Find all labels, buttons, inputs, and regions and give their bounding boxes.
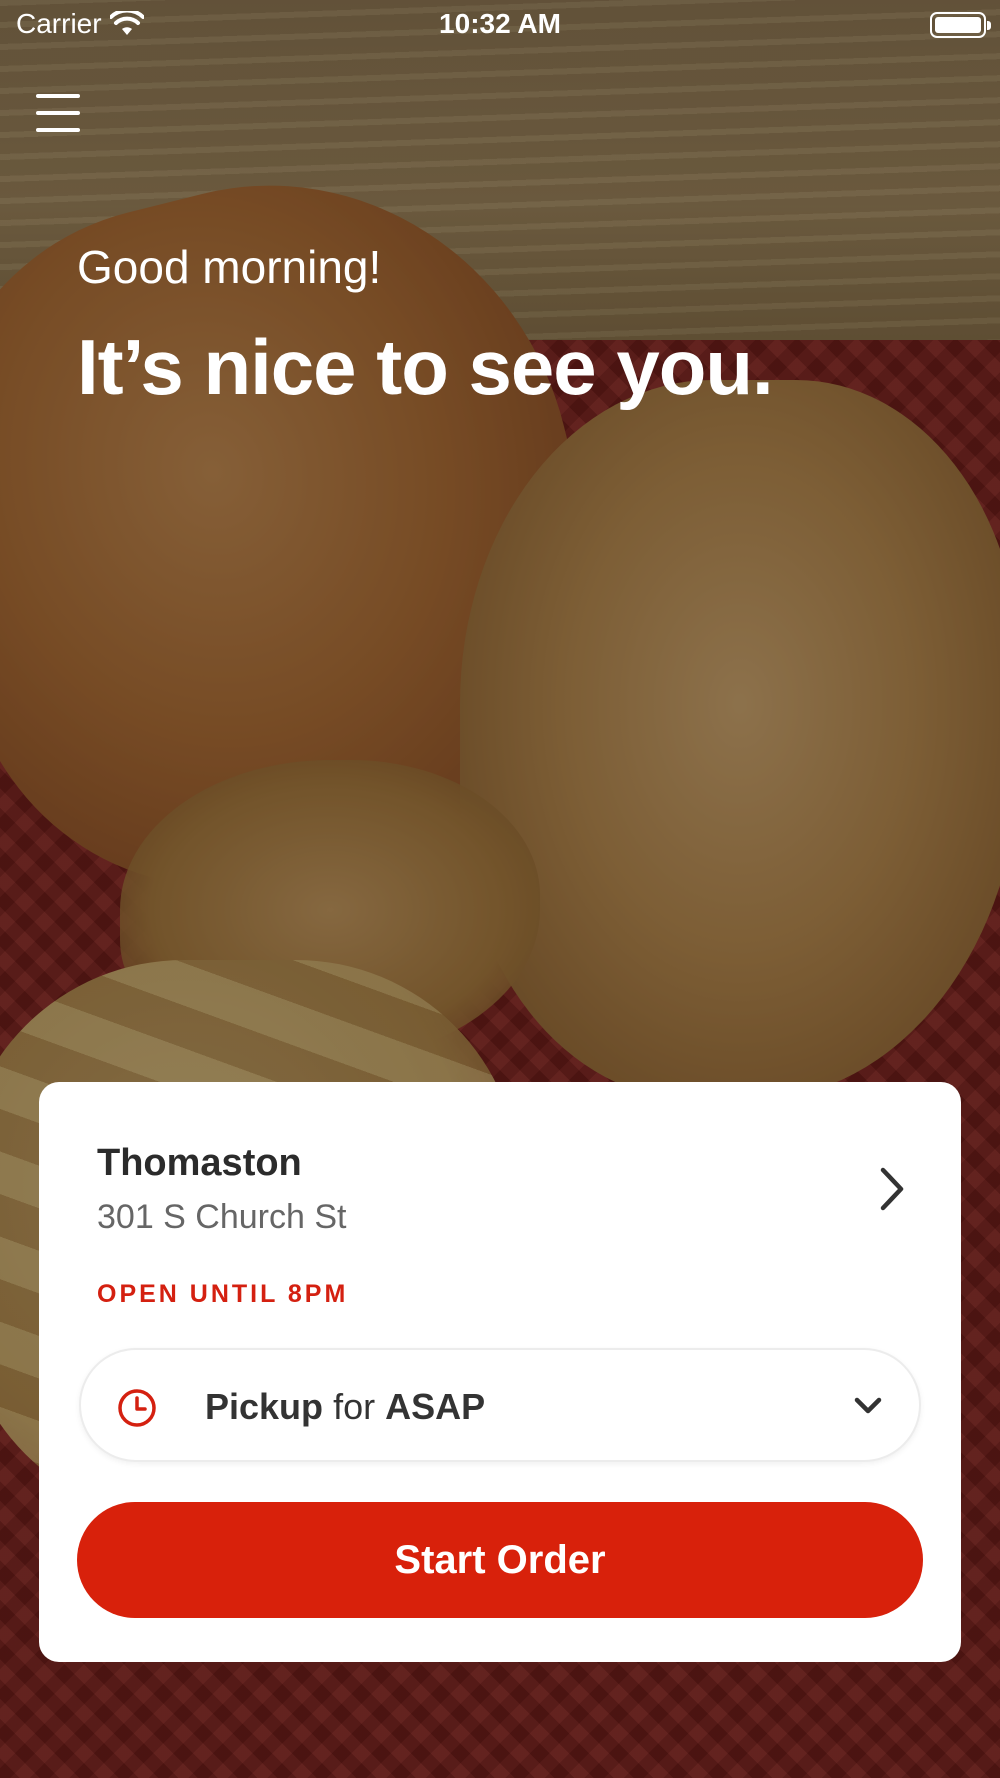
clock-icon [118, 1389, 156, 1427]
start-order-button[interactable]: Start Order [77, 1502, 923, 1618]
status-time: 10:32 AM [439, 8, 561, 39]
pickup-select-label: Pickup for ASAP [205, 1386, 485, 1428]
store-card: Thomaston 301 S Church St OPEN UNTIL 8PM… [39, 1082, 961, 1662]
chevron-right-icon[interactable] [869, 1162, 913, 1216]
order-mode: Pickup [205, 1386, 324, 1427]
headline-text: It’s nice to see you. [77, 323, 774, 411]
chevron-down-icon [854, 1397, 882, 1414]
pickup-time-select[interactable]: Pickup for ASAP [79, 1348, 921, 1462]
hamburger-menu-icon[interactable] [36, 94, 80, 132]
order-time: ASAP [385, 1386, 486, 1427]
order-connector: for [333, 1386, 376, 1427]
store-name[interactable]: Thomaston [97, 1142, 302, 1185]
greeting-text: Good morning! [77, 241, 382, 293]
open-status-badge: OPEN UNTIL 8PM [97, 1280, 349, 1308]
status-bar: Carrier 10:32 AM [0, 0, 1000, 50]
battery-icon [930, 12, 991, 38]
store-address[interactable]: 301 S Church St [97, 1198, 346, 1237]
